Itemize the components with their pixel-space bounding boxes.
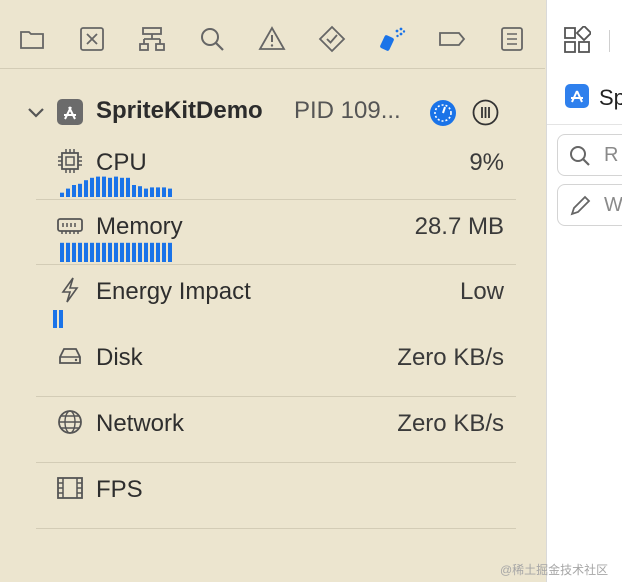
history-bar: [66, 188, 70, 197]
edit-placeholder: W: [604, 194, 622, 216]
history-bar: [60, 192, 64, 197]
folder-icon[interactable]: [17, 24, 47, 54]
report-list-icon[interactable]: [497, 24, 527, 54]
app-store-icon: [565, 84, 589, 108]
debug-spray-icon[interactable]: [377, 24, 407, 54]
history-bar: [162, 187, 166, 197]
search-icon: [570, 146, 590, 166]
source-control-icon[interactable]: [77, 24, 107, 54]
gauge-value: Low: [459, 278, 504, 305]
hierarchy-icon[interactable]: [137, 24, 167, 54]
history-bar: [114, 176, 118, 197]
gauge-value: Zero KB/s: [397, 344, 504, 371]
gauge-label: Energy Impact: [96, 278, 251, 305]
history-bar: [144, 188, 148, 197]
chevron-down-icon[interactable]: [24, 100, 48, 124]
history-bar: [162, 242, 166, 262]
history-bar: [144, 242, 148, 262]
process-pid: PID 109...: [294, 97, 401, 124]
history-bar: [66, 242, 70, 262]
gauge-label: Disk: [96, 344, 143, 371]
app-icon: [57, 99, 83, 125]
watermark: @稀土掘金技术社区: [500, 563, 609, 577]
history-bar: [138, 242, 142, 262]
history-bar: [108, 242, 112, 262]
pause-icon[interactable]: [472, 99, 499, 126]
gauge-row-disk[interactable]: Disk Zero KB/s: [36, 331, 516, 397]
history-bar: [120, 242, 124, 262]
inspector-search-field[interactable]: R: [557, 134, 622, 176]
cpu-chip-icon: [58, 149, 82, 173]
history-bar: [168, 242, 172, 262]
energy-bolt-icon: [61, 277, 79, 303]
disk-icon: [59, 348, 81, 364]
history-bar: [126, 177, 130, 197]
gauge-row-fps[interactable]: FPS: [36, 463, 516, 529]
memory-icon: [57, 218, 83, 234]
network-globe-icon: [58, 410, 82, 434]
memory-history-sparkline: [60, 242, 172, 262]
gauge-row-cpu[interactable]: CPU 9%: [36, 136, 516, 200]
history-bar: [114, 242, 118, 262]
history-bar: [72, 185, 76, 197]
gauge-label: FPS: [96, 476, 143, 503]
history-bar: [102, 176, 106, 197]
inspector-toolbar: [547, 0, 622, 68]
inspector-title: Sp: [599, 85, 622, 110]
history-bar: [108, 177, 112, 197]
gauge-value: 28.7 MB: [414, 213, 504, 240]
inspector-title-row: Sp: [547, 72, 622, 125]
navigator-toolbar: [0, 0, 545, 69]
cpu-history-sparkline: [60, 176, 172, 197]
history-bar: [78, 183, 82, 197]
history-bar: [150, 187, 154, 197]
history-bar: [132, 185, 136, 197]
gauge-value: 9%: [469, 149, 504, 176]
history-bar: [78, 242, 82, 262]
history-bar: [59, 310, 63, 328]
history-bar: [96, 176, 100, 197]
library-grid-icon[interactable]: [563, 26, 591, 54]
history-bar: [132, 242, 136, 262]
history-bar: [168, 188, 172, 197]
history-bar: [96, 242, 100, 262]
history-bar: [90, 177, 94, 197]
history-bar: [150, 242, 154, 262]
history-bar: [84, 180, 88, 197]
history-bar: [156, 242, 160, 262]
gauge-row-energy[interactable]: Energy Impact Low: [36, 265, 516, 330]
gauge-label: Memory: [96, 213, 183, 240]
toolbar-divider: [609, 30, 610, 52]
energy-history-sparkline: [53, 310, 63, 328]
process-name: SpriteKitDemo: [96, 97, 263, 124]
history-bar: [126, 242, 130, 262]
gauge-label: Network: [96, 410, 185, 437]
history-bar: [138, 186, 142, 197]
test-diamond-icon[interactable]: [317, 24, 347, 54]
history-bar: [120, 177, 124, 197]
search-icon[interactable]: [197, 24, 227, 54]
gauge-icon[interactable]: [430, 100, 456, 126]
history-bar: [53, 310, 57, 328]
search-placeholder: R: [604, 144, 619, 166]
inspector-edit-field[interactable]: W: [557, 184, 622, 226]
history-bar: [156, 187, 160, 197]
history-bar: [72, 242, 76, 262]
process-header[interactable]: SpriteKitDemo PID 109...: [0, 92, 545, 132]
gauge-row-memory[interactable]: Memory 28.7 MB: [36, 200, 516, 265]
gauge-value: Zero KB/s: [397, 410, 504, 437]
history-bar: [90, 242, 94, 262]
pencil-icon: [570, 195, 591, 216]
history-bar: [60, 242, 64, 262]
inspector-panel: Sp R W: [546, 0, 622, 582]
warning-icon[interactable]: [257, 24, 287, 54]
history-bar: [102, 242, 106, 262]
fps-film-icon: [57, 477, 83, 499]
breakpoint-tag-icon[interactable]: [437, 24, 467, 54]
gauge-row-network[interactable]: Network Zero KB/s: [36, 397, 516, 463]
debug-navigator: SpriteKitDemo PID 109... CPU 9% Memory 2…: [0, 0, 545, 582]
history-bar: [84, 242, 88, 262]
